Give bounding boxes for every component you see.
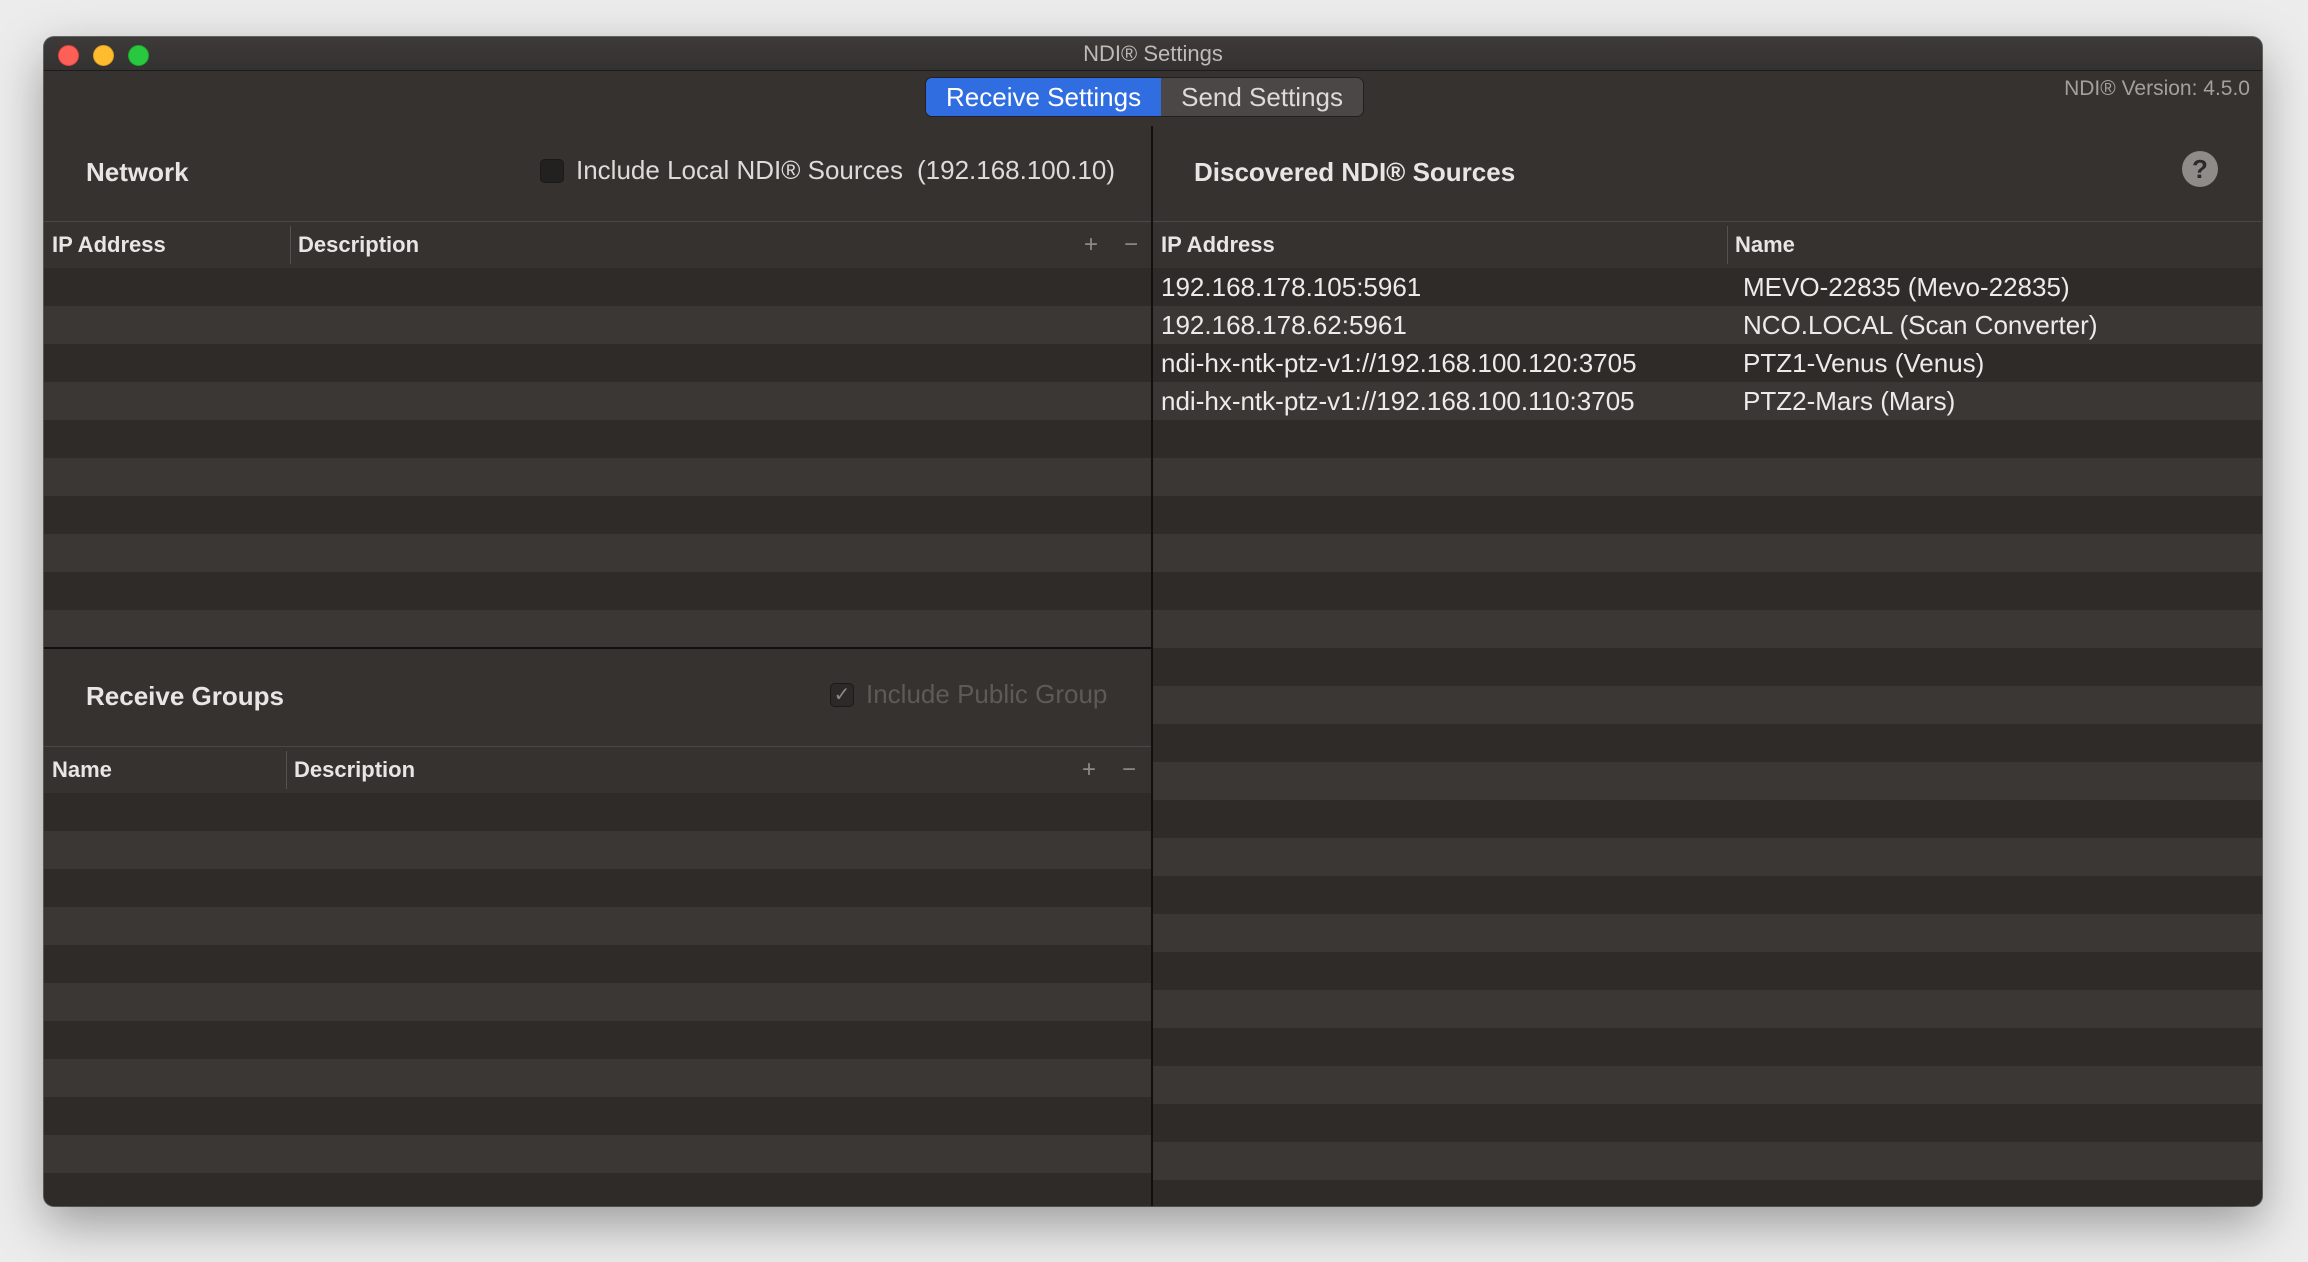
table-row[interactable]: 192.168.178.62:5961 NCO.LOCAL (Scan Conv… [1153,306,2262,344]
ndi-settings-window: NDI® Settings Receive Settings Send Sett… [44,37,2262,1206]
table-row [44,572,1151,610]
table-row [1153,1066,2262,1104]
table-row[interactable]: ndi-hx-ntk-ptz-v1://192.168.100.110:3705… [1153,382,2262,420]
network-table-body [44,268,1151,648]
receive-groups-title: Receive Groups [86,681,284,711]
table-row [44,306,1151,344]
discovered-table-body: 192.168.178.105:5961 MEVO-22835 (Mevo-22… [1153,268,2262,1206]
table-row [1153,800,2262,838]
table-row [44,1021,1151,1059]
table-row [44,831,1151,869]
table-row [44,534,1151,572]
include-local-sources-row[interactable]: Include Local NDI® Sources (192.168.100.… [540,155,1115,186]
source-ip: 192.168.178.62:5961 [1161,309,1407,340]
remove-group-button[interactable]: − [1122,747,1136,793]
table-row [44,1173,1151,1206]
table-row [1153,458,2262,496]
table-row [44,793,1151,831]
source-ip: ndi-hx-ntk-ptz-v1://192.168.100.110:3705 [1161,385,1635,416]
column-ip-address[interactable]: IP Address [1153,222,1275,268]
source-name: NCO.LOCAL (Scan Converter) [1743,309,2098,340]
settings-tabs: Receive Settings Send Settings [926,78,1363,116]
source-ip: ndi-hx-ntk-ptz-v1://192.168.100.120:3705 [1161,347,1637,378]
table-row [1153,724,2262,762]
window-title: NDI® Settings [1083,41,1223,66]
help-icon[interactable]: ? [2182,151,2218,187]
table-row [1153,534,2262,572]
table-row [44,420,1151,458]
include-local-sources-checkbox[interactable] [540,158,564,183]
table-row [1153,572,2262,610]
discovered-table-header: IP Address Name [1153,221,2262,269]
table-row[interactable]: 192.168.178.105:5961 MEVO-22835 (Mevo-22… [1153,268,2262,306]
network-table-header: IP Address Description + − [44,221,1151,269]
table-row [44,496,1151,534]
table-row[interactable]: ndi-hx-ntk-ptz-v1://192.168.100.120:3705… [1153,344,2262,382]
column-description[interactable]: Description [286,747,415,793]
tab-send-settings[interactable]: Send Settings [1161,78,1363,116]
table-row [1153,648,2262,686]
add-group-button[interactable]: + [1082,747,1096,793]
table-row [1153,496,2262,534]
table-row [1153,686,2262,724]
table-row [1153,610,2262,648]
include-public-group-checkbox: ✓ [830,682,854,707]
column-name[interactable]: Name [44,747,112,793]
table-row [1153,838,2262,876]
table-row [44,610,1151,648]
groups-table-body [44,793,1151,1206]
table-row [1153,1142,2262,1180]
add-network-button[interactable]: + [1084,222,1098,268]
table-row [1153,876,2262,914]
source-ip: 192.168.178.105:5961 [1161,271,1422,302]
table-row [44,382,1151,420]
table-row [44,268,1151,306]
source-name: MEVO-22835 (Mevo-22835) [1743,271,2070,302]
tab-receive-settings[interactable]: Receive Settings [926,78,1162,116]
remove-network-button[interactable]: − [1124,222,1138,268]
table-row [44,907,1151,945]
toolbar: Receive Settings Send Settings [44,71,2262,121]
table-row [1153,1028,2262,1066]
table-row [44,1097,1151,1135]
source-name: PTZ2-Mars (Mars) [1743,385,1956,416]
table-row [44,1059,1151,1097]
table-row [1153,952,2262,990]
include-public-group-label: Include Public Group [866,679,1108,709]
column-ip-address[interactable]: IP Address [44,222,166,268]
include-local-sources-label: Include Local NDI® Sources [576,155,903,185]
source-name: PTZ1-Venus (Venus) [1743,347,1985,378]
table-row [44,945,1151,983]
table-row [1153,762,2262,800]
title-bar: NDI® Settings [44,37,2262,71]
table-row [1153,420,2262,458]
section-divider [44,647,1151,649]
column-description[interactable]: Description [290,222,419,268]
table-row [44,344,1151,382]
network-title: Network [86,157,189,187]
table-row [44,458,1151,496]
table-row [1153,914,2262,952]
ndi-version: NDI® Version: 4.5.0 [2064,77,2250,100]
table-row [44,869,1151,907]
table-row [44,1135,1151,1173]
checkmark-icon: ✓ [833,683,851,706]
groups-table-header: Name Description + − [44,746,1151,794]
table-row [1153,1180,2262,1206]
include-public-group-row: ✓ Include Public Group [830,679,1107,710]
local-ip-address: (192.168.100.10) [916,155,1116,185]
discovered-sources-title: Discovered NDI® Sources [1194,157,1516,187]
column-name[interactable]: Name [1727,222,1795,268]
table-row [1153,1104,2262,1142]
table-row [44,983,1151,1021]
table-row [1153,990,2262,1028]
